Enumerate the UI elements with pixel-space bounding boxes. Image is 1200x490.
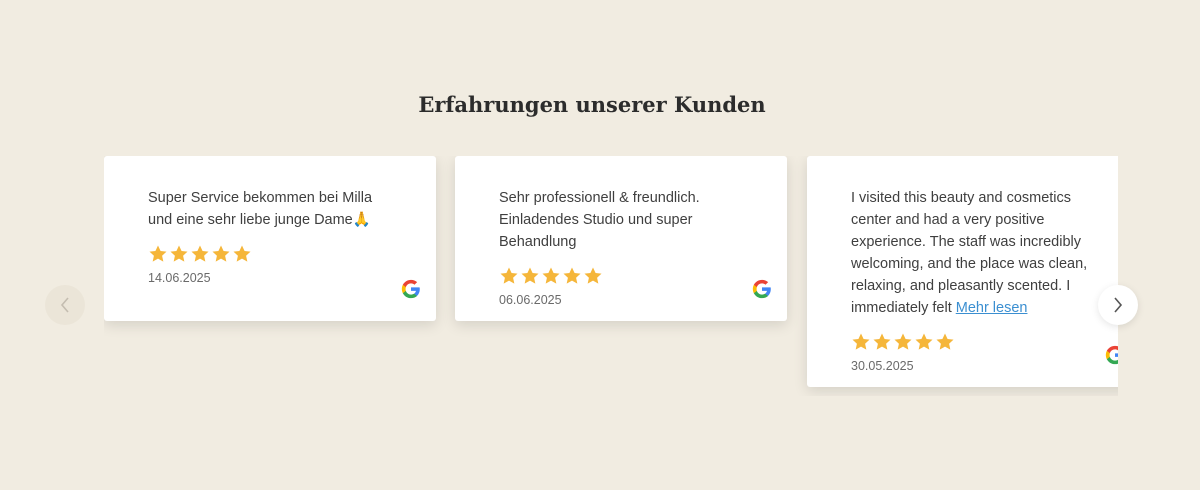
carousel-prev-button[interactable] — [45, 285, 85, 325]
review-text: Sehr professionell & freundlich. Einlade… — [499, 190, 700, 250]
star-icon — [915, 333, 933, 350]
star-icon — [584, 267, 602, 284]
star-icon — [563, 267, 581, 284]
carousel-next-button[interactable] — [1098, 285, 1138, 325]
star-icon — [894, 333, 912, 350]
chevron-right-icon — [1114, 297, 1123, 313]
star-icon — [873, 333, 891, 350]
review-card: Super Service bekommen bei Milla und ein… — [104, 156, 436, 321]
star-rating — [851, 332, 1095, 354]
google-icon — [401, 279, 420, 299]
star-icon — [936, 333, 954, 350]
star-icon — [852, 333, 870, 350]
google-icon — [1105, 345, 1118, 365]
review-card: Sehr professionell & freundlich. Einlade… — [455, 156, 787, 321]
chevron-left-icon — [60, 297, 69, 313]
read-more-link[interactable]: Mehr lesen — [956, 300, 1028, 316]
star-icon — [500, 267, 518, 284]
review-card: I visited this beauty and cosmetics cent… — [807, 156, 1118, 387]
review-date: 30.05.2025 — [851, 359, 914, 373]
review-text: I visited this beauty and cosmetics cent… — [851, 187, 1095, 319]
star-icon — [212, 245, 230, 262]
reviews-carousel: Super Service bekommen bei Milla und ein… — [104, 156, 1118, 396]
star-icon — [233, 245, 251, 262]
star-icon — [542, 267, 560, 284]
star-rating — [148, 244, 392, 266]
star-rating — [499, 266, 743, 288]
review-text: Super Service bekommen bei Milla und ein… — [148, 190, 373, 228]
star-icon — [170, 245, 188, 262]
review-date: 14.06.2025 — [148, 271, 211, 285]
star-icon — [149, 245, 167, 262]
star-icon — [191, 245, 209, 262]
star-icon — [521, 267, 539, 284]
review-date: 06.06.2025 — [499, 293, 562, 307]
review-text-body: I visited this beauty and cosmetics cent… — [851, 190, 1088, 316]
section-title: Erfahrungen unserer Kunden — [418, 92, 766, 117]
google-icon — [752, 279, 771, 299]
